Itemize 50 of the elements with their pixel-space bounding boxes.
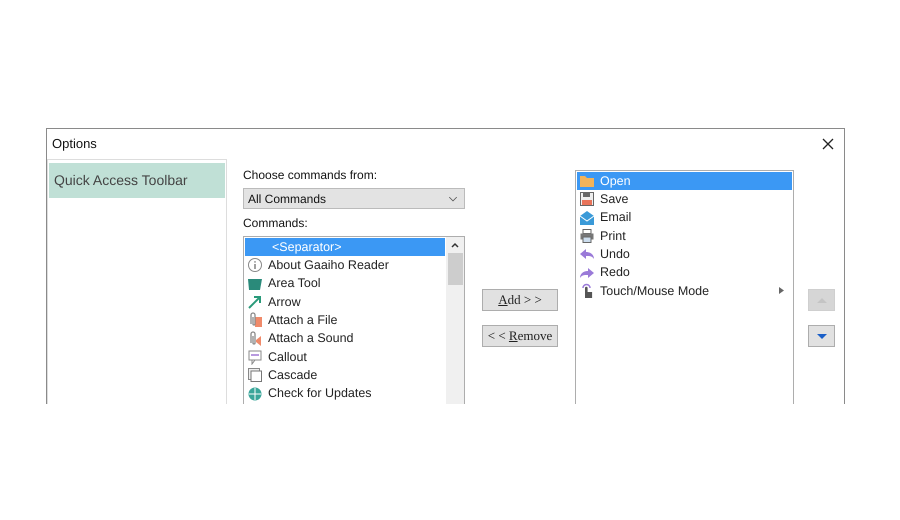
list-item[interactable]: About Gaaiho Reader	[245, 256, 445, 275]
item-label: Attach a File	[268, 312, 338, 329]
list-item[interactable]: Callout	[245, 348, 445, 366]
list-item[interactable]: Undo	[577, 245, 792, 264]
callout-icon	[247, 348, 263, 365]
item-label: Area Tool	[268, 275, 321, 292]
arrow-icon	[247, 294, 263, 310]
window-title: Options	[52, 135, 97, 154]
item-label: About Gaaiho Reader	[268, 257, 389, 274]
item-label: Undo	[600, 246, 630, 263]
item-label: <Separator>	[272, 238, 342, 256]
item-label: Save	[600, 191, 628, 208]
scroll-thumb[interactable]	[448, 253, 462, 285]
sidebar-item[interactable]: Quick Access Toolbar	[49, 163, 225, 198]
list-item[interactable]: Touch/Mouse Mode	[577, 282, 792, 300]
printer-icon	[579, 228, 595, 244]
item-label: Redo	[600, 264, 630, 282]
list-item[interactable]: Check for Updates	[245, 384, 445, 403]
item-label: Cascade	[268, 366, 318, 384]
list-item[interactable]: Print	[577, 226, 792, 246]
item-label: Open	[600, 172, 631, 190]
list-item[interactable]: Cascade	[245, 366, 445, 384]
list-item[interactable]: Attach a Sound	[245, 329, 445, 348]
envelope-icon	[579, 210, 595, 226]
add-button[interactable]: Add > >	[482, 289, 558, 311]
scrollbar[interactable]	[446, 237, 464, 404]
folder-icon	[579, 173, 595, 190]
item-label: Arrow	[268, 294, 301, 311]
list-item[interactable]: Attach a File	[245, 311, 445, 330]
field-label: Choose commands from:	[243, 167, 378, 184]
triangle-down-icon	[816, 332, 828, 340]
close-icon[interactable]	[822, 138, 834, 150]
list-item[interactable]: Email	[577, 208, 792, 227]
item-label: Touch/Mouse Mode	[600, 282, 710, 300]
cascade-icon	[247, 367, 263, 384]
list-item[interactable]: Redo	[577, 263, 792, 282]
list-item[interactable]: Save	[577, 190, 792, 209]
item-label: Print	[600, 228, 626, 245]
commands-dropdown[interactable]: All Commands	[243, 188, 465, 209]
list-label: Commands:	[243, 215, 308, 232]
submenu-arrow-icon	[779, 287, 784, 294]
item-label: Attach a Sound	[268, 330, 354, 348]
item-label: Check for Updates	[268, 385, 372, 402]
item-label: Callout	[268, 348, 307, 366]
list-item[interactable]: Area Tool	[245, 274, 445, 293]
remove-button[interactable]: < < Remove	[482, 325, 558, 347]
list-item[interactable]: Arrow	[245, 292, 445, 312]
info-icon	[247, 257, 263, 274]
move-down-button[interactable]	[808, 325, 835, 347]
item-label: Email	[600, 209, 632, 226]
